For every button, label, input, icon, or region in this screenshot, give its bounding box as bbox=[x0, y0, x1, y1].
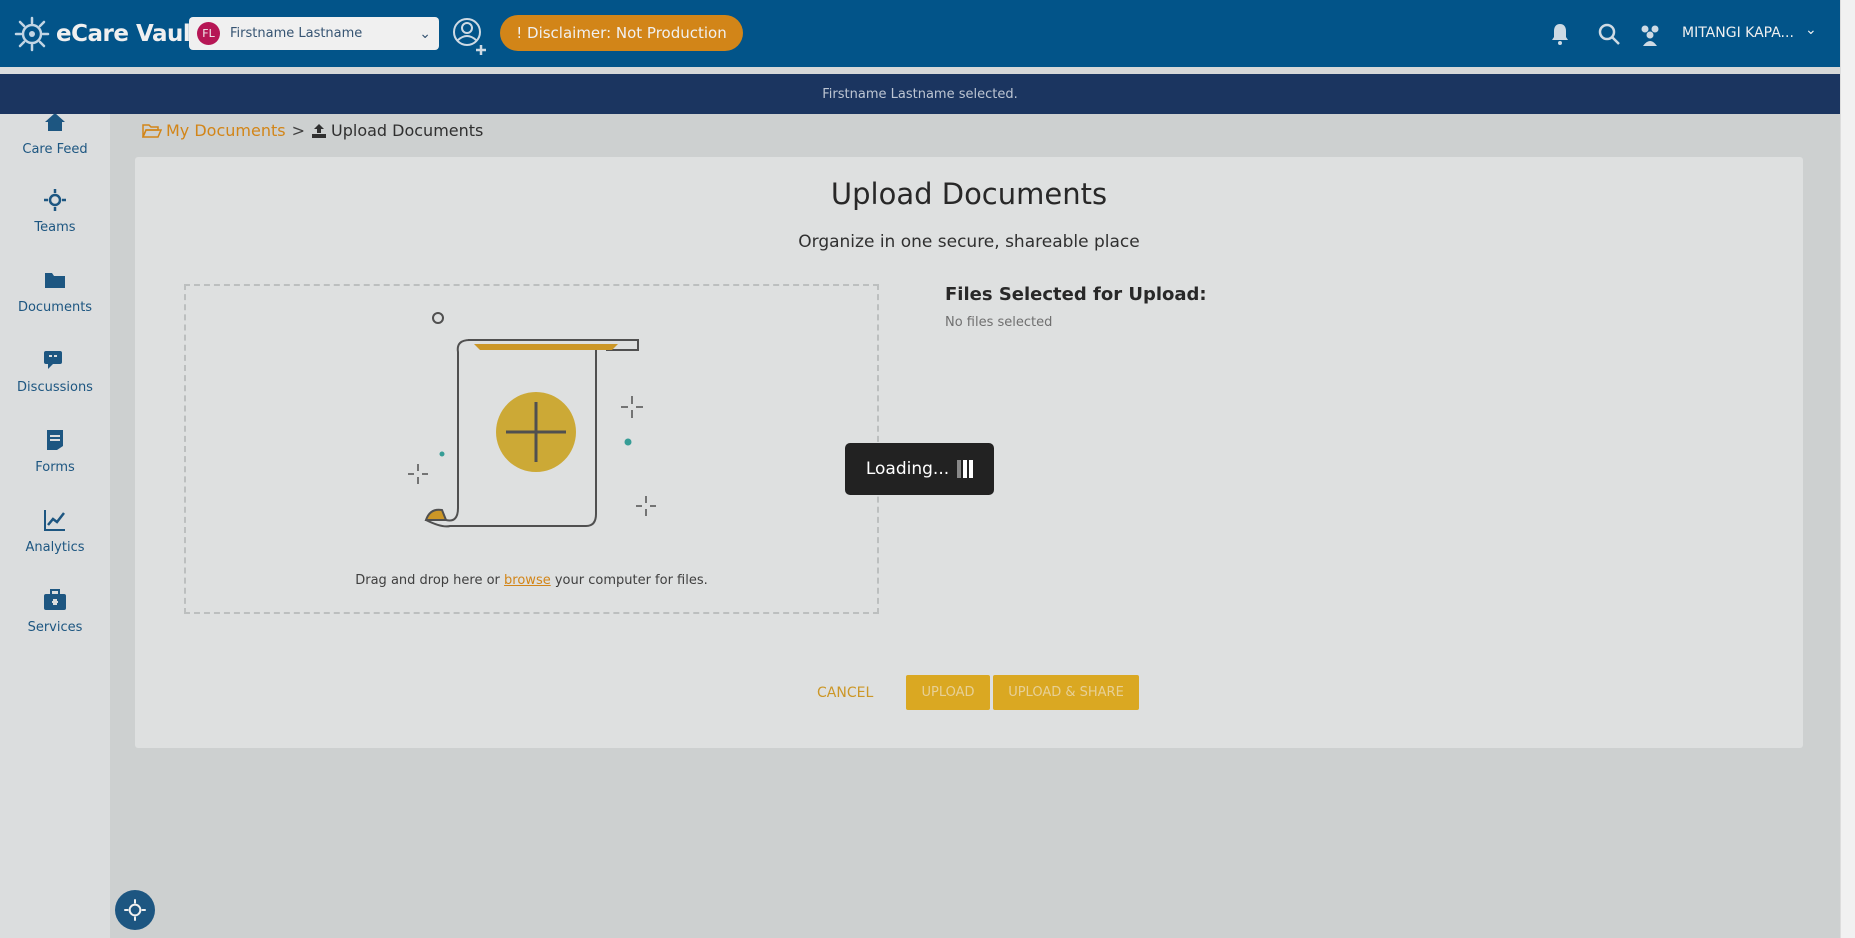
loading-indicator: Loading... bbox=[845, 443, 994, 495]
help-fab[interactable] bbox=[115, 890, 155, 930]
user-menu-name[interactable]: MITANGI KAPA... bbox=[1682, 25, 1794, 41]
cancel-button[interactable]: CANCEL bbox=[805, 676, 885, 710]
folder-open-icon bbox=[142, 123, 162, 138]
sidebar-item-label: Teams bbox=[34, 220, 76, 235]
patient-avatar: FL bbox=[197, 22, 220, 45]
sidebar-item-discussions[interactable]: Discussions bbox=[0, 348, 110, 395]
sidebar-item-label: Care Feed bbox=[22, 142, 88, 157]
browse-link[interactable]: browse bbox=[504, 573, 551, 588]
vertical-scrollbar[interactable] bbox=[1840, 0, 1855, 938]
notification-bar: Firstname Lastname selected. bbox=[0, 74, 1840, 114]
page-subtitle: Organize in one secure, shareable place bbox=[798, 232, 1140, 252]
chat-icon bbox=[44, 351, 62, 369]
sidebar-item-label: Forms bbox=[35, 460, 75, 475]
group-icon[interactable] bbox=[1638, 22, 1662, 46]
breadcrumb-current: Upload Documents bbox=[331, 121, 484, 140]
sidebar-item-care-feed[interactable]: Care Feed bbox=[0, 110, 110, 157]
ecare-logo-icon bbox=[14, 16, 50, 52]
breadcrumb: My Documents > Upload Documents bbox=[142, 121, 483, 140]
disclaimer-badge: ! Disclaimer: Not Production bbox=[500, 15, 743, 51]
folder-icon bbox=[45, 273, 65, 288]
app-name: eCare Vault bbox=[56, 21, 201, 47]
ecare-logo-icon bbox=[124, 899, 146, 921]
dropzone-text-after: your computer for files. bbox=[554, 573, 708, 588]
upload-share-button[interactable]: UPLOAD & SHARE bbox=[993, 675, 1139, 710]
add-user-icon[interactable] bbox=[450, 16, 490, 56]
chevron-down-icon: ⌄ bbox=[419, 25, 431, 42]
upload-button[interactable]: UPLOAD bbox=[906, 675, 990, 710]
sidebar-item-services[interactable]: Services bbox=[0, 588, 110, 635]
sidebar-item-label: Analytics bbox=[25, 540, 85, 555]
sidebar-item-label: Documents bbox=[17, 300, 93, 315]
app-logo[interactable]: eCare Vault bbox=[14, 14, 201, 54]
page-title: Upload Documents bbox=[830, 177, 1108, 211]
top-bar: eCare Vault FL Firstname Lastname ⌄ ! Di… bbox=[0, 0, 1840, 67]
upload-icon bbox=[312, 123, 326, 138]
patient-name: Firstname Lastname bbox=[230, 26, 363, 41]
document-add-illustration bbox=[408, 312, 656, 528]
sidebar: Care Feed Teams Documents Discussions Fo… bbox=[0, 67, 110, 938]
briefcase-icon bbox=[44, 589, 66, 610]
dropzone-text-before: Drag and drop here or bbox=[355, 573, 500, 588]
search-icon[interactable] bbox=[1597, 22, 1621, 46]
sidebar-item-teams[interactable]: Teams bbox=[0, 188, 110, 235]
breadcrumb-separator: > bbox=[291, 121, 305, 140]
team-icon bbox=[44, 189, 66, 211]
file-dropzone[interactable]: Drag and drop here or browse your comput… bbox=[184, 284, 879, 614]
sidebar-item-forms[interactable]: Forms bbox=[0, 428, 110, 475]
sidebar-item-label: Discussions bbox=[17, 380, 93, 395]
files-empty-message: No files selected bbox=[945, 315, 1053, 330]
loading-bars-icon bbox=[957, 460, 974, 478]
sidebar-item-documents[interactable]: Documents bbox=[0, 268, 110, 315]
chart-icon bbox=[44, 510, 65, 531]
bell-icon[interactable] bbox=[1548, 22, 1572, 46]
form-icon bbox=[47, 430, 63, 450]
files-selected-title: Files Selected for Upload: bbox=[945, 284, 1207, 305]
sidebar-item-label: Services bbox=[27, 620, 83, 635]
breadcrumb-my-documents[interactable]: My Documents bbox=[166, 121, 286, 140]
dropzone-instructions: Drag and drop here or browse your comput… bbox=[186, 573, 877, 588]
chevron-down-icon[interactable]: ⌄ bbox=[1805, 22, 1817, 38]
patient-selector[interactable]: FL Firstname Lastname ⌄ bbox=[189, 17, 439, 50]
sidebar-item-analytics[interactable]: Analytics bbox=[0, 508, 110, 555]
loading-text: Loading... bbox=[865, 459, 950, 479]
